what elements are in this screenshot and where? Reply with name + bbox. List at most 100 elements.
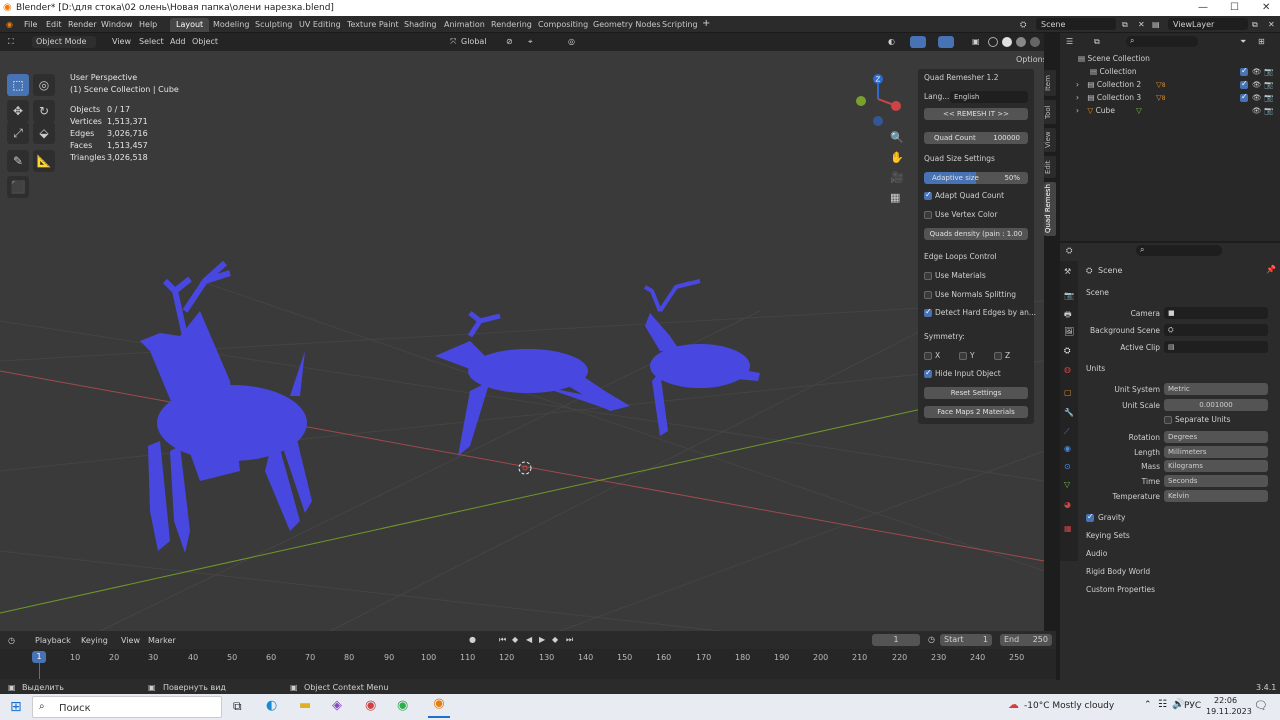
scene-selector[interactable]: Scene	[1036, 18, 1116, 30]
use-vertex-color-checkbox[interactable]: Use Vertex Color	[924, 210, 1028, 223]
clock-time[interactable]: 22:06	[1214, 696, 1237, 705]
edge-browser-icon[interactable]: ◐	[266, 698, 277, 713]
background-scene-field[interactable]: ⛭	[1164, 324, 1268, 336]
annotate-tool-icon[interactable]: ✎	[7, 150, 29, 172]
notification-icon[interactable]: 🗨	[1254, 699, 1268, 712]
overlay-toggle-icon[interactable]	[938, 36, 954, 48]
audio-panel-header[interactable]: Audio	[1086, 549, 1107, 558]
menu-window[interactable]: Window	[101, 20, 133, 29]
checkbox-icon[interactable]	[1164, 416, 1172, 424]
proportional-edit-icon[interactable]: ◎	[568, 37, 575, 46]
tab-shading[interactable]: Shading	[398, 18, 443, 32]
outliner-row[interactable]: › ▤ Collection 3 ▽8 👁 📷	[1064, 92, 1276, 106]
tab-animation[interactable]: Animation	[438, 18, 491, 32]
editor-type-icon[interactable]: ⛶	[8, 37, 14, 47]
file-explorer-icon[interactable]: ▬	[299, 698, 311, 713]
adapt-quad-count-checkbox[interactable]: Adapt Quad Count	[924, 190, 1028, 204]
zoom-icon[interactable]: 🔍	[890, 131, 904, 144]
next-key-icon[interactable]: ◆	[552, 635, 558, 644]
display-mode-icon[interactable]: ⧉	[1094, 37, 1100, 47]
blender-menu-icon[interactable]: ◉	[6, 20, 13, 29]
orientation-selector[interactable]: Global	[461, 37, 487, 46]
camera-icon[interactable]: 📷	[1264, 106, 1273, 115]
tab-quad-remesh[interactable]: Quad Remesh	[1044, 182, 1056, 236]
end-frame-field[interactable]: End 250	[1000, 634, 1052, 646]
tab-rendering[interactable]: Rendering	[485, 18, 538, 32]
checkbox-icon[interactable]	[924, 211, 932, 219]
jump-end-icon[interactable]: ⏭	[566, 635, 573, 645]
panel-title[interactable]: Quad Remesher 1.2	[924, 73, 1028, 86]
language-indicator[interactable]: РУС	[1184, 701, 1201, 711]
tray-chevron-icon[interactable]: ⌃	[1144, 700, 1152, 710]
viewlayer-selector[interactable]: ViewLayer	[1168, 18, 1248, 30]
tab-uv-editing[interactable]: UV Editing	[293, 18, 347, 32]
units-panel-header[interactable]: Units	[1086, 364, 1105, 373]
use-materials-checkbox[interactable]: Use Materials	[924, 271, 1028, 284]
menu-view[interactable]: View	[112, 37, 131, 46]
material-shading-icon[interactable]	[1016, 37, 1026, 47]
visibility-icon[interactable]: ◐	[888, 37, 895, 46]
expand-icon[interactable]: ›	[1076, 93, 1079, 102]
temperature-dropdown[interactable]: Kelvin	[1164, 490, 1268, 502]
quad-count-field[interactable]: Quad Count 100000	[924, 132, 1028, 144]
camera-icon[interactable]: 📷	[1264, 93, 1273, 102]
render-tab-icon[interactable]: 📷	[1064, 291, 1074, 300]
tab-view[interactable]: View	[1044, 128, 1056, 152]
camera-field[interactable]: ■	[1164, 307, 1268, 319]
transform-tool-icon[interactable]: ⬙	[33, 122, 55, 144]
minimize-icon[interactable]: —	[1198, 2, 1208, 13]
jump-start-icon[interactable]: ⏮	[499, 635, 506, 645]
reset-settings-button[interactable]: Reset Settings	[924, 387, 1028, 399]
snap-icon[interactable]: ⌖	[528, 37, 533, 47]
symmetry-x-checkbox[interactable]: X	[924, 351, 954, 364]
delete-scene-icon[interactable]: ✕	[1138, 20, 1145, 29]
rendered-shading-icon[interactable]	[1030, 37, 1040, 47]
checkbox-icon[interactable]	[1240, 79, 1251, 89]
remesh-button[interactable]: << REMESH IT >>	[924, 108, 1028, 120]
tab-tool[interactable]: Tool	[1044, 100, 1056, 124]
tab-layout[interactable]: Layout	[170, 18, 210, 32]
whatsapp-icon[interactable]: ◉	[397, 698, 408, 713]
marker-menu[interactable]: Marker	[148, 636, 176, 645]
3d-cursor-icon[interactable]	[518, 461, 532, 475]
gizmo-x-icon[interactable]	[891, 101, 901, 111]
viewlayer-icon[interactable]: ▤	[1152, 20, 1160, 29]
data-tab-icon[interactable]: ▽	[1064, 480, 1070, 489]
blender-taskbar-icon[interactable]: ◉	[428, 696, 450, 718]
app-icon[interactable]: ◈	[332, 698, 342, 713]
checkbox-icon[interactable]	[959, 352, 967, 360]
tab-edit[interactable]: Edit	[1044, 156, 1056, 178]
mass-dropdown[interactable]: Kilograms	[1164, 460, 1268, 472]
camera-icon[interactable]: 📷	[1264, 80, 1273, 89]
navigation-gizmo[interactable]: Z	[852, 71, 908, 129]
keying-sets-panel-header[interactable]: Keying Sets	[1086, 531, 1130, 540]
menu-object[interactable]: Object	[192, 37, 218, 46]
expand-icon[interactable]: ›	[1076, 106, 1079, 115]
start-frame-field[interactable]: Start 1	[940, 634, 992, 646]
move-tool-icon[interactable]: ✥	[7, 100, 29, 122]
playhead[interactable]: 1	[32, 651, 46, 663]
scene-panel-header[interactable]: Scene	[1086, 288, 1109, 297]
current-frame-field[interactable]: 1	[872, 634, 920, 646]
chrome-icon[interactable]: ◉	[365, 698, 376, 713]
output-tab-icon[interactable]: 🖶	[1064, 309, 1072, 323]
tab-item[interactable]: Item	[1044, 70, 1056, 96]
eye-icon[interactable]: 👁	[1252, 67, 1262, 76]
prev-key-icon[interactable]: ◆	[512, 635, 518, 644]
detect-hard-edges-checkbox[interactable]: Detect Hard Edges by an...	[924, 307, 1036, 321]
checkbox-icon[interactable]	[924, 190, 932, 200]
maximize-icon[interactable]: ☐	[1230, 2, 1239, 13]
checkbox-icon[interactable]	[1240, 92, 1251, 102]
active-clip-field[interactable]: ▤	[1164, 341, 1268, 353]
deer-leaping-mesh[interactable]	[644, 279, 760, 436]
scene-tab-icon[interactable]: ⛭	[1064, 346, 1070, 356]
scale-tool-icon[interactable]: ⤢	[7, 122, 29, 144]
rigid-body-panel-header[interactable]: Rigid Body World	[1086, 567, 1150, 576]
pivot-icon[interactable]: ⊘	[506, 37, 513, 46]
network-icon[interactable]: ☷	[1158, 699, 1167, 710]
length-dropdown[interactable]: Millimeters	[1164, 446, 1268, 458]
physics-tab-icon[interactable]: ◉	[1064, 444, 1071, 453]
add-workspace-icon[interactable]: +	[702, 18, 710, 29]
measure-tool-icon[interactable]: 📐	[33, 150, 55, 172]
reverse-play-icon[interactable]: ◀	[526, 635, 532, 644]
